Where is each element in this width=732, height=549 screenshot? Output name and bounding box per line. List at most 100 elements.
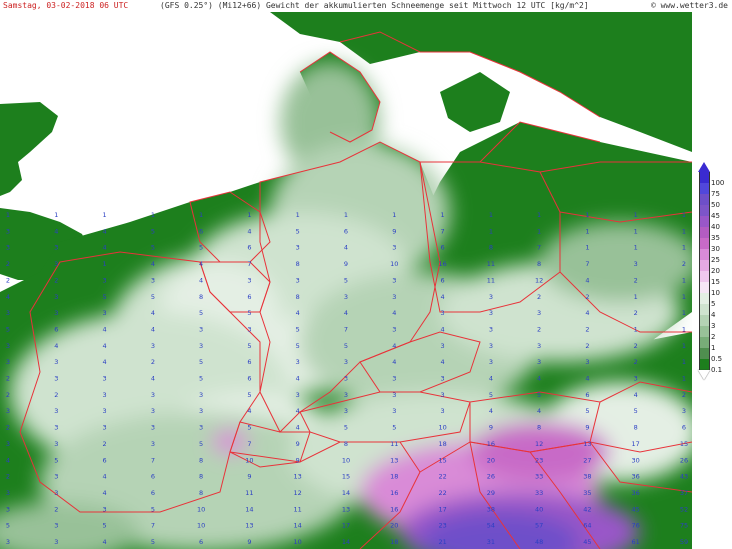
- grid-value: 4: [151, 260, 155, 268]
- grid-value: 13: [294, 473, 302, 481]
- grid-value: 8: [199, 473, 203, 481]
- grid-value: 7: [585, 260, 589, 268]
- grid-value: 1: [634, 244, 638, 252]
- grid-value: 3: [6, 489, 10, 497]
- colorbar-label: 100: [711, 179, 725, 187]
- grid-value: 20: [487, 456, 495, 464]
- grid-value: 1: [537, 211, 541, 219]
- grid-value: 2: [682, 260, 686, 268]
- grid-value: 3: [6, 227, 10, 235]
- grid-value: 5: [151, 293, 155, 301]
- grid-value: 3: [585, 358, 589, 366]
- grid-value: 11: [390, 440, 398, 448]
- grid-value: 43: [680, 473, 688, 481]
- grid-value: 48: [535, 538, 543, 546]
- grid-value: 8: [296, 260, 300, 268]
- grid-value: 4: [344, 309, 348, 317]
- grid-value: 2: [634, 276, 638, 284]
- grid-value: 1: [634, 326, 638, 334]
- grid-value: 3: [247, 326, 251, 334]
- grid-value: 3: [296, 391, 300, 399]
- grid-value: 1: [682, 276, 686, 284]
- grid-value: 5: [296, 227, 300, 235]
- grid-value: 4: [151, 326, 155, 334]
- grid-value: 3: [6, 538, 10, 546]
- grid-value: 1: [682, 375, 686, 383]
- grid-value: 22: [438, 473, 446, 481]
- grid-value: 4: [296, 407, 300, 415]
- grid-value: 38: [583, 473, 591, 481]
- grid-value: 11: [487, 260, 495, 268]
- grid-value: 4: [489, 375, 493, 383]
- grid-value: 3: [6, 440, 10, 448]
- grid-value: 3: [54, 489, 58, 497]
- grid-value: 5: [151, 244, 155, 252]
- colorbar-label: 4: [711, 311, 716, 319]
- grid-value: 3: [103, 424, 107, 432]
- colorbar-label: 1: [711, 344, 716, 352]
- grid-value: 6: [247, 293, 251, 301]
- grid-value: 4: [199, 260, 203, 268]
- grid-value: 2: [537, 293, 541, 301]
- grid-value: 2: [585, 326, 589, 334]
- grid-value: 3: [296, 358, 300, 366]
- grid-value: 11: [245, 489, 253, 497]
- grid-value: 17: [342, 522, 350, 530]
- grid-value: 3: [6, 407, 10, 415]
- grid-value: 5: [199, 244, 203, 252]
- colorbar-swatch: [699, 282, 710, 293]
- grid-value: 5: [199, 440, 203, 448]
- grid-value: 1: [6, 211, 10, 219]
- grid-value: 11: [294, 505, 302, 513]
- grid-value: 1: [103, 260, 107, 268]
- grid-value: 21: [438, 538, 446, 546]
- grid-value: 5: [199, 309, 203, 317]
- source-credit: © www.wetter3.de: [650, 1, 728, 10]
- grid-value: 57: [535, 522, 543, 530]
- grid-value: 1: [585, 244, 589, 252]
- grid-value: 8: [199, 293, 203, 301]
- colorbar-swatch: [699, 271, 710, 282]
- grid-value: 8: [537, 424, 541, 432]
- grid-value: 3: [103, 407, 107, 415]
- grid-value: 4: [247, 227, 251, 235]
- grid-value: 3: [392, 244, 396, 252]
- grid-value: 9: [296, 456, 300, 464]
- grid-value: 3: [151, 407, 155, 415]
- grid-value: 3: [296, 276, 300, 284]
- grid-value: 31: [487, 538, 495, 546]
- grid-value: 3: [489, 326, 493, 334]
- snow-alps-pink: [212, 430, 248, 454]
- grid-value: 6: [103, 456, 107, 464]
- grid-value: 3: [54, 244, 58, 252]
- grid-value: 3: [344, 358, 348, 366]
- grid-value: 12: [535, 440, 543, 448]
- grid-value: 3: [392, 407, 396, 415]
- grid-value: 22: [438, 489, 446, 497]
- grid-value: 13: [342, 505, 350, 513]
- grid-value: 3: [344, 375, 348, 383]
- grid-value: 11: [487, 276, 495, 284]
- grid-value: 38: [487, 505, 495, 513]
- grid-value: 8: [296, 293, 300, 301]
- grid-value: 4: [537, 407, 541, 415]
- grid-value: 36: [632, 489, 640, 497]
- grid-value: 4: [441, 326, 445, 334]
- grid-value: 3: [441, 342, 445, 350]
- grid-value: 1: [682, 342, 686, 350]
- grid-value: 4: [392, 342, 396, 350]
- grid-value: 3: [634, 375, 638, 383]
- grid-value: 1: [489, 227, 493, 235]
- grid-value: 6: [441, 276, 445, 284]
- grid-value: 10: [245, 456, 253, 464]
- grid-value: 23: [438, 522, 446, 530]
- grid-value: 9: [296, 440, 300, 448]
- grid-value: 3: [54, 538, 58, 546]
- colorbar-bottom-arrow: [698, 370, 710, 380]
- grid-value: 2: [6, 375, 10, 383]
- grid-value: 4: [54, 227, 58, 235]
- grid-value: 5: [6, 326, 10, 334]
- grid-value: 3: [537, 342, 541, 350]
- grid-value: 16: [390, 489, 398, 497]
- colorbar-swatch: [699, 337, 710, 348]
